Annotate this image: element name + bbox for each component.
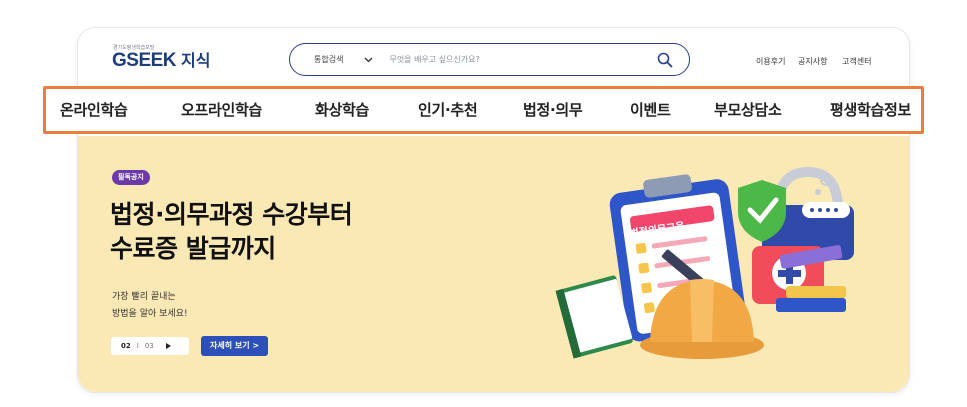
nav-item-parent-counseling[interactable]: 부모상담소 (714, 99, 782, 120)
notice-badge: 필독공지 (112, 170, 150, 185)
legal-education-illustration: 법정의무교육 (555, 166, 854, 359)
banner-headline-line2: 수료증 발급까지 (110, 234, 276, 263)
banner-sub-line2: 방법을 알아 보세요! (112, 309, 188, 319)
review-link[interactable]: 이용후기 (756, 56, 785, 67)
slide-pager: 02 I 03 (111, 337, 189, 355)
logo[interactable]: 경기도평생학습포털 GSEEK 지식 (112, 45, 211, 72)
banner-headline-line1: 법정·의무과정 수강부터 (110, 200, 353, 229)
search-icon[interactable] (657, 52, 673, 68)
banner-sub-line1: 가장 빨리 끝내는 (112, 292, 176, 302)
search-scope-select[interactable]: 통합검색 (314, 54, 343, 65)
nav-item-legal[interactable]: 법정·의무 (523, 99, 583, 120)
notice-link[interactable]: 공지사항 (798, 56, 827, 67)
logo-tagline: 경기도평생학습포털 (113, 45, 155, 51)
view-details-button[interactable]: 자세히 보기 > (201, 336, 269, 356)
pager-total: 03 (144, 342, 154, 350)
play-icon[interactable] (165, 343, 171, 349)
nav-item-offline[interactable]: 오프라인학습 (181, 99, 262, 120)
search-bar: 통합검색 (289, 43, 690, 76)
nav-item-video[interactable]: 화상학습 (315, 99, 369, 120)
logo-gseek: GSEEK (112, 50, 177, 71)
nav-item-event[interactable]: 이벤트 (630, 99, 671, 120)
customer-center-link[interactable]: 고객센터 (842, 56, 871, 67)
nav-item-lifelong-info[interactable]: 평생학습정보 (830, 99, 911, 120)
pager-current: 02 (121, 342, 131, 350)
nav-item-popular[interactable]: 인기·추천 (418, 99, 478, 120)
main-nav: 온라인학습 오프라인학습 화상학습 인기·추천 법정·의무 이벤트 부모상담소 … (43, 86, 924, 134)
logo-jisik: 지식 (181, 51, 211, 70)
nav-item-online[interactable]: 온라인학습 (60, 99, 128, 120)
chevron-down-icon[interactable] (363, 55, 373, 65)
search-input[interactable] (389, 55, 630, 64)
pager-separator: I (136, 342, 139, 350)
